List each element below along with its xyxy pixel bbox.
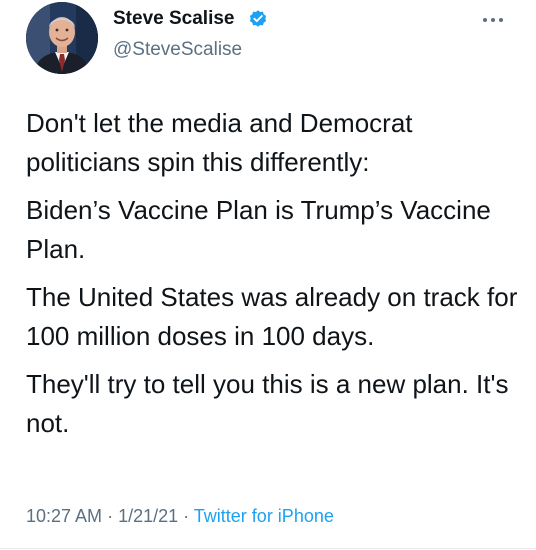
tweet-paragraph: Biden’s Vaccine Plan is Trump’s Vaccine … bbox=[26, 195, 491, 264]
tweet-paragraph: The United States was already on track f… bbox=[26, 282, 518, 351]
author-handle[interactable]: @SteveScalise bbox=[113, 39, 242, 61]
author-name[interactable]: Steve Scalise bbox=[113, 8, 234, 30]
avatar[interactable] bbox=[26, 2, 98, 74]
tweet-time[interactable]: 10:27 AM bbox=[26, 506, 102, 526]
tweet-paragraph: Don't let the media and Democrat politic… bbox=[26, 108, 413, 177]
tweet-date[interactable]: 1/21/21 bbox=[118, 506, 178, 526]
more-options-icon[interactable] bbox=[482, 16, 504, 24]
tweet-metadata: 10:27 AM · 1/21/21 · Twitter for iPhone bbox=[26, 506, 334, 527]
avatar-image bbox=[26, 2, 98, 74]
tweet-source-link[interactable]: Twitter for iPhone bbox=[194, 506, 334, 526]
tweet-text: Don't let the media and Democrat politic… bbox=[26, 104, 526, 452]
meta-separator: · bbox=[178, 506, 194, 526]
tweet-paragraph: They'll try to tell you this is a new pl… bbox=[26, 369, 509, 438]
divider bbox=[0, 548, 536, 549]
verified-badge-icon bbox=[249, 10, 267, 27]
tweet: Steve Scalise @SteveScalise Don't let th… bbox=[0, 0, 536, 550]
meta-separator: · bbox=[102, 506, 119, 526]
